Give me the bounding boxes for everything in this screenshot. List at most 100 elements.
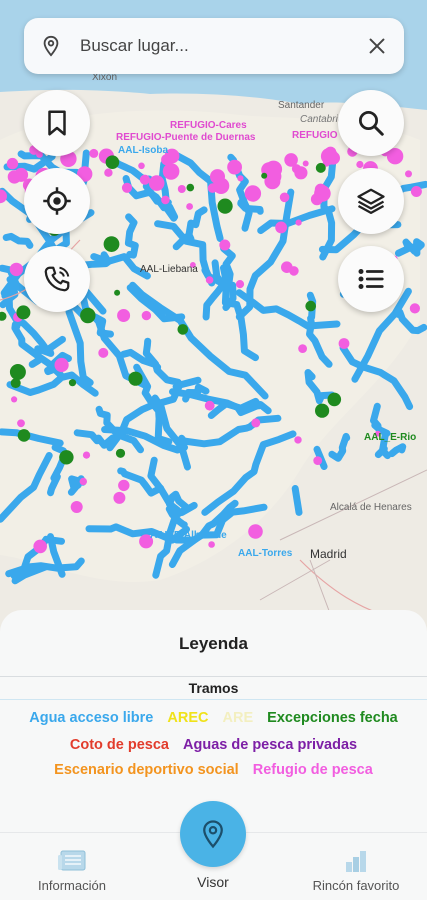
refugio-patch[interactable] <box>356 160 364 169</box>
refugio-patch[interactable] <box>205 276 214 284</box>
refugio-patch[interactable] <box>204 400 215 411</box>
refugio-patch[interactable] <box>338 338 350 349</box>
refugio-patch[interactable] <box>208 541 215 548</box>
refugio-patch[interactable] <box>118 479 130 492</box>
excepciones-patch[interactable] <box>68 379 77 387</box>
refugio-patch[interactable] <box>320 147 338 165</box>
locate-button[interactable] <box>24 168 90 234</box>
layers-button[interactable] <box>338 168 404 234</box>
refugio-patch[interactable] <box>275 221 287 234</box>
bookmark-button[interactable] <box>24 90 90 156</box>
refugio-patch[interactable] <box>302 160 309 167</box>
refugio-patch[interactable] <box>9 262 24 277</box>
refugio-patch[interactable] <box>98 347 109 358</box>
refugio-patch[interactable] <box>235 280 245 289</box>
refugio-patch[interactable] <box>70 501 83 513</box>
refugio-patch[interactable] <box>409 303 420 314</box>
refugio-patch[interactable] <box>294 436 302 444</box>
feature-label: AAL_E-Rio <box>364 432 416 443</box>
refugio-patch[interactable] <box>104 168 113 177</box>
refugio-patch[interactable] <box>79 477 88 486</box>
refugio-patch[interactable] <box>207 183 218 193</box>
refugio-patch[interactable] <box>138 162 145 170</box>
river-segment[interactable] <box>370 402 391 460</box>
refugio-patch[interactable] <box>148 175 165 191</box>
refugio-patch[interactable] <box>291 164 302 174</box>
refugio-patch[interactable] <box>113 491 126 504</box>
search-input[interactable] <box>80 36 366 56</box>
search-icon <box>359 111 384 136</box>
refugio-patch[interactable] <box>279 192 290 203</box>
place-label: Madrid <box>310 547 347 561</box>
legend-row: Agua acceso libre AREC ARE Excepciones f… <box>0 710 427 726</box>
refugio-patch[interactable] <box>89 148 99 158</box>
excepciones-patch[interactable] <box>315 403 330 418</box>
refugio-patch[interactable] <box>244 185 262 202</box>
refugio-patch[interactable] <box>310 193 323 206</box>
excepciones-patch[interactable] <box>17 429 31 442</box>
refugio-patch[interactable] <box>141 310 152 321</box>
refugio-patch[interactable] <box>17 419 25 428</box>
excepciones-patch[interactable] <box>9 364 26 380</box>
refugio-patch[interactable] <box>227 159 243 175</box>
refugio-patch[interactable] <box>313 456 323 465</box>
refugio-patch[interactable] <box>186 203 194 210</box>
call-button[interactable] <box>24 246 90 312</box>
refugio-patch[interactable] <box>6 157 19 170</box>
refugio-patch[interactable] <box>251 418 261 428</box>
excepciones-patch[interactable] <box>186 183 195 192</box>
excepciones-patch[interactable] <box>105 155 120 169</box>
refugio-patch[interactable] <box>405 170 412 178</box>
legend-item-are: ARE <box>222 710 254 726</box>
refugio-patch[interactable] <box>177 185 186 193</box>
refugio-patch[interactable] <box>33 539 47 554</box>
refugio-patch[interactable] <box>248 524 263 539</box>
search-button[interactable] <box>338 90 404 156</box>
river-segment[interactable] <box>328 432 351 462</box>
excepciones-patch[interactable] <box>305 300 317 312</box>
excepciones-patch[interactable] <box>177 324 189 335</box>
legend-item-coto-de-pesca: Coto de pesca <box>69 737 169 753</box>
river-segment[interactable] <box>388 443 407 458</box>
river-segment[interactable] <box>291 485 303 516</box>
excepciones-patch[interactable] <box>114 289 121 296</box>
excepciones-patch[interactable] <box>59 450 74 465</box>
excepciones-patch[interactable] <box>327 392 342 407</box>
refugio-patch[interactable] <box>410 186 422 197</box>
excepciones-patch[interactable] <box>217 198 233 214</box>
excepciones-patch[interactable] <box>103 236 120 253</box>
refugio-patch[interactable] <box>121 182 133 193</box>
feature-label: AAL-Isoba <box>118 145 168 156</box>
refugio-patch[interactable] <box>298 344 307 353</box>
nav-rincon-favorito[interactable]: Rincón favorito <box>296 833 416 900</box>
excepciones-patch[interactable] <box>80 307 96 324</box>
close-icon[interactable] <box>366 35 388 57</box>
excepciones-patch[interactable] <box>10 378 21 389</box>
list-icon <box>358 269 384 289</box>
visor-button[interactable] <box>180 801 246 867</box>
legend-list-button[interactable] <box>338 246 404 312</box>
refugio-patch[interactable] <box>139 174 150 185</box>
refugio-patch[interactable] <box>289 266 299 276</box>
feature-label: REFUGIO <box>292 130 338 141</box>
bar-chart-icon <box>346 851 366 872</box>
refugio-patch[interactable] <box>14 167 29 182</box>
refugio-patch[interactable] <box>219 239 231 251</box>
refugio-patch[interactable] <box>54 357 69 373</box>
newspaper-icon <box>58 850 86 871</box>
refugio-patch[interactable] <box>11 396 18 403</box>
excepciones-patch[interactable] <box>128 371 143 386</box>
refugio-patch[interactable] <box>161 195 170 205</box>
excepciones-patch[interactable] <box>115 448 126 458</box>
excepciones-patch[interactable] <box>315 162 326 173</box>
refugio-patch[interactable] <box>386 148 404 165</box>
excepciones-patch[interactable] <box>16 305 31 320</box>
refugio-patch[interactable] <box>295 219 302 226</box>
legend-row: Escenario deportivo social Refugio de pe… <box>0 762 427 778</box>
nav-informacion[interactable]: Información <box>20 833 124 900</box>
refugio-patch[interactable] <box>117 309 131 322</box>
refugio-patch[interactable] <box>237 175 244 182</box>
excepciones-patch[interactable] <box>261 172 268 179</box>
refugio-patch[interactable] <box>82 451 91 459</box>
refugio-patch[interactable] <box>162 163 180 180</box>
